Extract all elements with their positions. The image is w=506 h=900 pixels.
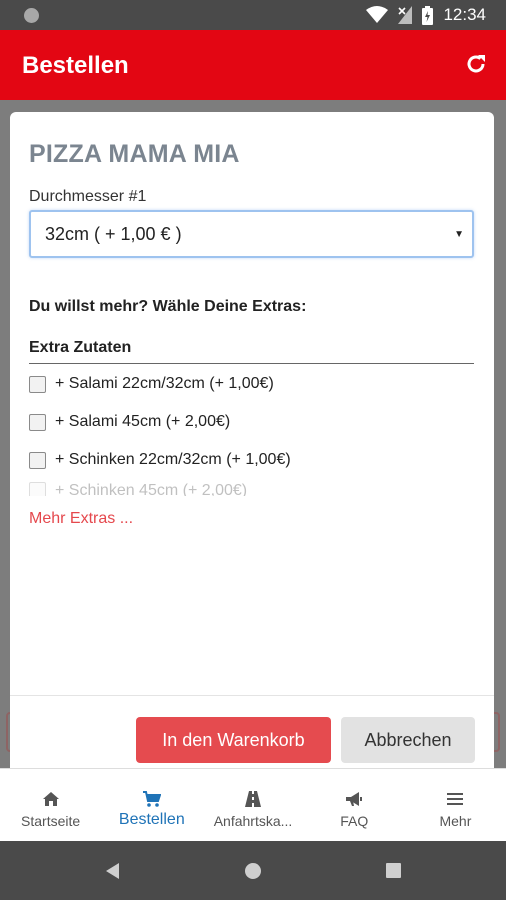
checkbox[interactable]	[29, 413, 46, 431]
home-icon	[42, 792, 59, 806]
footer-divider	[10, 695, 494, 696]
nav-label: Bestellen	[118, 811, 185, 828]
wifi-icon	[366, 6, 389, 23]
cancel-button[interactable]: Abbrechen	[341, 717, 475, 763]
nav-item-anfahrtskarte[interactable]: Anfahrtska...	[202, 769, 303, 841]
nav-item-startseite[interactable]: Startseite	[0, 769, 101, 841]
diameter-label: Durchmesser #1	[29, 188, 147, 205]
divider	[29, 363, 474, 364]
megaphone-icon	[346, 792, 363, 806]
extra-option-label: + Schinken 45cm (+ 2,00€)	[55, 482, 248, 496]
extra-option-schinken-45[interactable]: + Schinken 45cm (+ 2,00€)	[29, 482, 247, 496]
battery-icon	[422, 5, 434, 25]
nav-label: Anfahrtska...	[213, 813, 293, 829]
nav-item-bestellen[interactable]: Bestellen	[101, 769, 202, 841]
product-options-dialog: PIZZA MAMA MIA Durchmesser #1 32cm ( + 1…	[10, 112, 494, 772]
menu-icon	[447, 793, 464, 805]
recent-apps-icon[interactable]	[386, 863, 401, 878]
extra-option-label: + Salami 22cm/32cm (+ 1,00€)	[55, 375, 274, 392]
status-time: 12:34	[443, 5, 486, 24]
app-bar: Bestellen	[0, 30, 506, 100]
nav-label: FAQ	[340, 813, 369, 829]
status-bar: 12:34	[0, 0, 506, 30]
back-icon[interactable]	[106, 863, 119, 879]
checkbox[interactable]	[29, 451, 46, 469]
diameter-select-value: 32cm ( + 1,00 € )	[45, 224, 182, 244]
nav-item-faq[interactable]: FAQ	[304, 769, 405, 841]
extras-heading: Du willst mehr? Wähle Deine Extras:	[29, 298, 307, 315]
status-icons: 12:34	[366, 5, 486, 25]
add-to-cart-button[interactable]: In den Warenkorb	[136, 717, 331, 763]
nav-label: Mehr	[439, 813, 472, 829]
nav-label: Startseite	[21, 813, 81, 829]
more-extras-link[interactable]: Mehr Extras ...	[29, 510, 133, 528]
bottom-navigation: Startseite Bestellen Anfahrtska... FAQ M…	[0, 768, 506, 841]
caret-down-icon: ▼	[454, 229, 464, 240]
checkbox[interactable]	[29, 482, 46, 496]
extra-option-salami-45[interactable]: + Salami 45cm (+ 2,00€)	[29, 410, 230, 434]
extra-option-label: + Salami 45cm (+ 2,00€)	[55, 413, 231, 430]
extra-option-salami-22-32[interactable]: + Salami 22cm/32cm (+ 1,00€)	[29, 372, 274, 396]
cart-icon	[142, 791, 161, 807]
no-signal-icon	[398, 6, 413, 24]
extra-option-label: + Schinken 22cm/32cm (+ 1,00€)	[55, 451, 291, 468]
refresh-icon[interactable]	[464, 52, 488, 76]
system-navigation-bar	[0, 841, 506, 900]
extra-option-schinken-22-32[interactable]: + Schinken 22cm/32cm (+ 1,00€)	[29, 448, 291, 472]
home-circle-icon[interactable]	[245, 863, 261, 879]
extras-group-heading: Extra Zutaten	[29, 339, 132, 356]
nav-item-mehr[interactable]: Mehr	[405, 769, 506, 841]
road-icon	[245, 791, 261, 807]
diameter-select[interactable]: 32cm ( + 1,00 € ) ▼	[29, 210, 474, 258]
product-title: PIZZA MAMA MIA	[29, 140, 240, 168]
page-title: Bestellen	[22, 52, 129, 79]
notification-dot-icon	[24, 8, 39, 23]
checkbox[interactable]	[29, 375, 46, 393]
